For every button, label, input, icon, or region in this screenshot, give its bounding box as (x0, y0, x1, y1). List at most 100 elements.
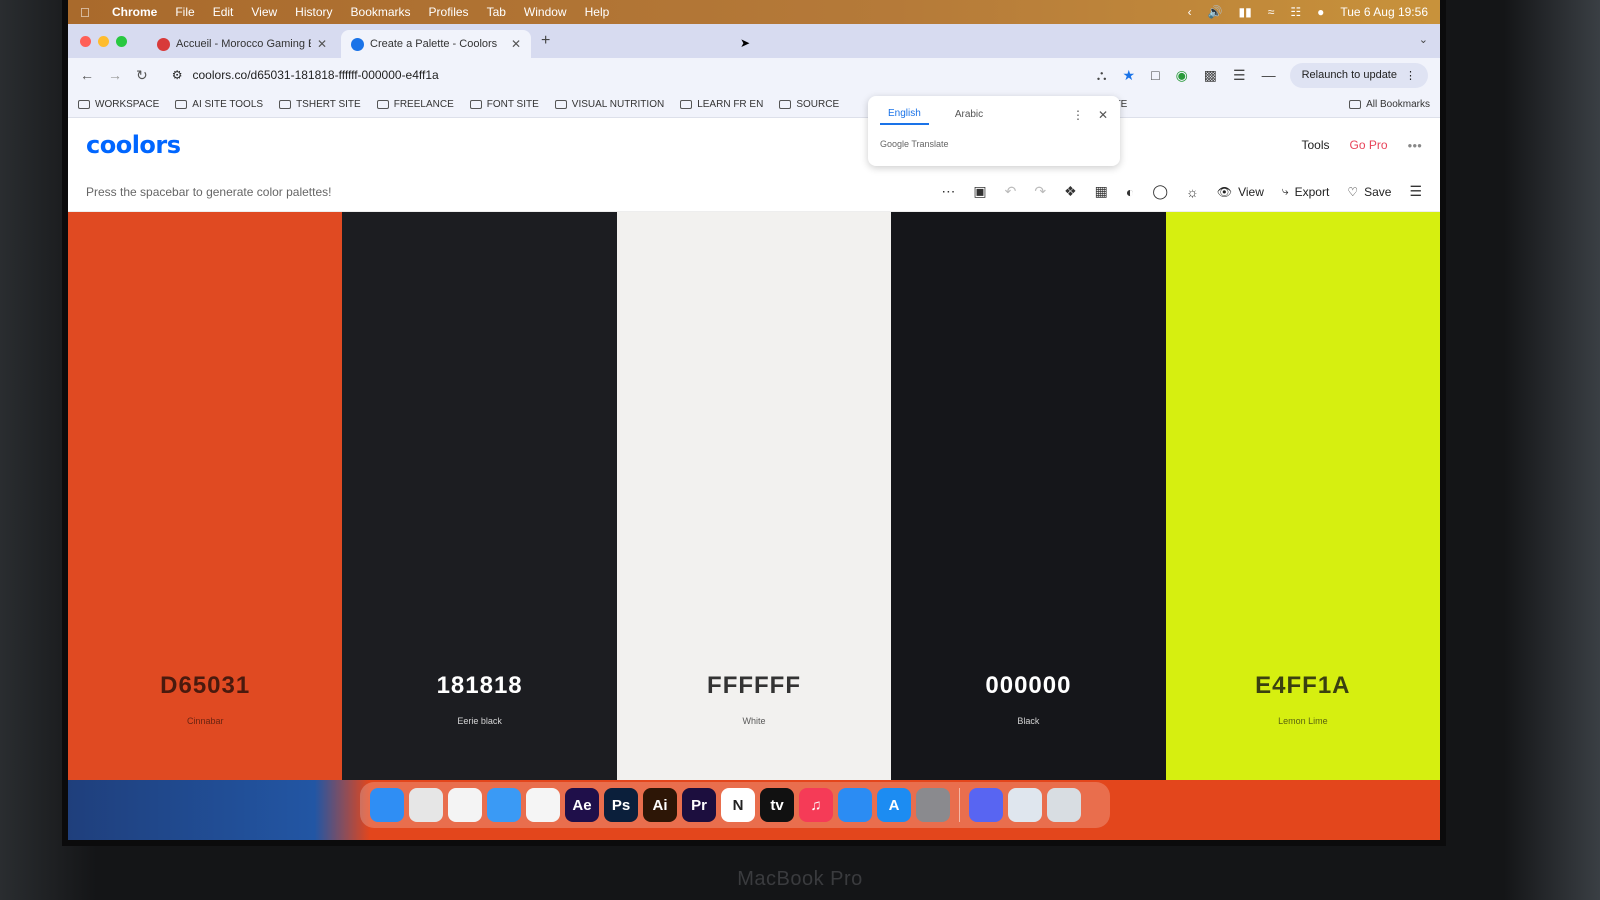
swatch-hex[interactable]: 000000 (985, 672, 1071, 700)
bookmark-ai-site-tools[interactable]: AI SITE TOOLS (175, 99, 263, 110)
brightness-icon[interactable]: ☼ (1186, 184, 1199, 200)
forward-arrow-icon[interactable]: → (108, 67, 122, 83)
chrome-icon[interactable] (448, 788, 482, 822)
photoshop-icon[interactable]: Ps (604, 788, 638, 822)
reading-list-icon[interactable]: ☰ (1233, 67, 1246, 84)
tools-link[interactable]: Tools (1301, 138, 1329, 152)
close-icon[interactable]: ✕ (1098, 108, 1108, 122)
bookmark-star-icon[interactable]: ★ (1123, 67, 1136, 84)
new-tab-button[interactable]: + (541, 32, 550, 50)
color-swatch[interactable]: D65031 Cinnabar (68, 212, 343, 792)
hamburger-menu-icon[interactable]: ☰ (1409, 183, 1422, 200)
more-vert-icon[interactable]: ⋮ (1405, 69, 1416, 82)
all-bookmarks[interactable]: All Bookmarks (1349, 99, 1430, 110)
puzzle-icon[interactable]: ▩ (1204, 67, 1217, 84)
redo-icon[interactable]: ↷ (1034, 183, 1046, 200)
go-pro-link[interactable]: Go Pro (1349, 138, 1387, 152)
apple-tv-icon[interactable]: tv (760, 788, 794, 822)
relaunch-button[interactable]: Relaunch to update ⋮ (1289, 62, 1428, 88)
color-swatch[interactable]: FFFFFF White (616, 212, 892, 792)
minimize-window-button[interactable] (98, 35, 109, 47)
notion-icon[interactable]: N (721, 788, 755, 822)
menu-profiles[interactable]: Profiles (429, 5, 469, 19)
swatch-hex[interactable]: FFFFFF (707, 672, 801, 700)
back-arrow-icon[interactable]: ← (80, 67, 94, 83)
menu-view[interactable]: View (251, 5, 277, 19)
menu-tab[interactable]: Tab (487, 5, 506, 19)
siri-icon[interactable]: ● (1317, 5, 1324, 19)
music-icon[interactable]: ♫ (799, 788, 833, 822)
export-button[interactable]: ⤷ Export (1282, 184, 1329, 199)
trash-icon[interactable] (1047, 788, 1081, 822)
premiere-icon[interactable]: Pr (682, 788, 716, 822)
glasses-icon[interactable]: ◯ (1152, 183, 1168, 200)
color-swatch[interactable]: 000000 Black (891, 212, 1166, 792)
control-center-icon[interactable]: ☷ (1290, 5, 1301, 19)
site-settings-icon[interactable]: ⚙ (172, 68, 183, 82)
bookmark-visual-nutrition[interactable]: VISUAL NUTRITION (554, 99, 664, 110)
shield-extension-icon[interactable]: ◉ (1176, 67, 1188, 84)
bookmark-font-site[interactable]: FONT SITE (469, 99, 539, 110)
url-text[interactable]: coolors.co/d65031-181818-ffffff-000000-e… (193, 68, 439, 82)
swatch-hex[interactable]: D65031 (160, 672, 250, 700)
swatch-hex[interactable]: 181818 (437, 672, 523, 700)
coolors-logo[interactable]: coolors (86, 131, 181, 159)
undo-icon[interactable]: ↶ (1005, 183, 1017, 200)
reload-icon[interactable]: ↻ (136, 67, 148, 84)
close-tab-icon[interactable]: ✕ (317, 37, 327, 51)
launchpad-icon[interactable] (409, 788, 443, 822)
finder-window-icon[interactable] (1008, 788, 1042, 822)
wifi-icon[interactable]: ≈ (1268, 5, 1275, 19)
after-effects-icon[interactable]: Ae (565, 788, 599, 822)
camera-icon[interactable]: ▣ (973, 183, 986, 200)
discord-icon[interactable] (969, 788, 1003, 822)
menu-history[interactable]: History (295, 5, 332, 19)
safari-icon[interactable] (838, 788, 872, 822)
apple-menu-icon[interactable]:  (80, 5, 94, 20)
clock[interactable]: Tue 6 Aug 19:56 (1340, 5, 1428, 19)
menu-window[interactable]: Window (524, 5, 567, 19)
menu-edit[interactable]: Edit (213, 5, 234, 19)
close-window-button[interactable] (80, 35, 91, 47)
minus-icon[interactable]: — (1262, 67, 1276, 83)
view-button[interactable]: 👁 View (1217, 185, 1264, 199)
bookmark-tshert-site[interactable]: TSHERT SITE (279, 99, 361, 110)
translate-lang-english[interactable]: English (880, 104, 929, 125)
color-swatch[interactable]: E4FF1A Lemon Lime (1165, 212, 1440, 792)
menu-help[interactable]: Help (585, 5, 610, 19)
system-settings-icon[interactable] (916, 788, 950, 822)
zoom-window-button[interactable] (116, 35, 127, 47)
tab-search-chevron-icon[interactable]: ⌄ (1419, 33, 1428, 46)
battery-icon[interactable]: ▮▮ (1239, 5, 1252, 19)
tab-coolors[interactable]: Create a Palette - Coolors ✕ (341, 30, 531, 58)
illustrator-icon[interactable]: Ai (643, 788, 677, 822)
bookmark-source[interactable]: SOURCE (779, 99, 839, 110)
contrast-icon[interactable]: ◐ (1126, 184, 1134, 200)
volume-icon[interactable]: 🔊 (1208, 5, 1223, 19)
menu-file[interactable]: File (175, 5, 194, 19)
app-store-icon[interactable]: A (877, 788, 911, 822)
swatch-hex[interactable]: E4FF1A (1255, 672, 1350, 700)
avatar[interactable]: ●●● (1408, 141, 1423, 150)
app-menu-chrome[interactable]: Chrome (112, 5, 157, 19)
finder-icon[interactable] (370, 788, 404, 822)
save-button[interactable]: ♡ Save (1347, 185, 1391, 199)
address-bar[interactable]: ⚙ coolors.co/d65031-181818-ffffff-000000… (162, 62, 1083, 88)
more-vert-icon[interactable]: ⋮ (1072, 108, 1084, 122)
adjust-palette-icon[interactable]: ❖ (1064, 183, 1077, 200)
extension-icon[interactable]: □ (1151, 67, 1159, 83)
menu-bookmarks[interactable]: Bookmarks (351, 5, 411, 19)
translate-lang-arabic[interactable]: Arabic (947, 105, 991, 124)
translate-icon[interactable]: ⛬ (1097, 67, 1107, 84)
close-tab-icon[interactable]: ✕ (511, 37, 521, 51)
bookmark-workspace[interactable]: WORKSPACE (78, 99, 159, 110)
photos-icon[interactable] (526, 788, 560, 822)
more-horizontal-icon[interactable]: ⋯ (941, 183, 955, 200)
mail-icon[interactable] (487, 788, 521, 822)
grid-icon[interactable]: ▦ (1095, 183, 1108, 200)
tab-morocco-gaming[interactable]: Accueil - Morocco Gaming E... ✕ (147, 30, 337, 58)
bookmark-learn-fr-en[interactable]: LEARN FR EN (680, 99, 763, 110)
bookmark-freelance[interactable]: FREELANCE (376, 99, 454, 110)
color-swatch[interactable]: 181818 Eerie black (342, 212, 617, 792)
chevron-left-icon[interactable]: ‹ (1188, 5, 1192, 19)
